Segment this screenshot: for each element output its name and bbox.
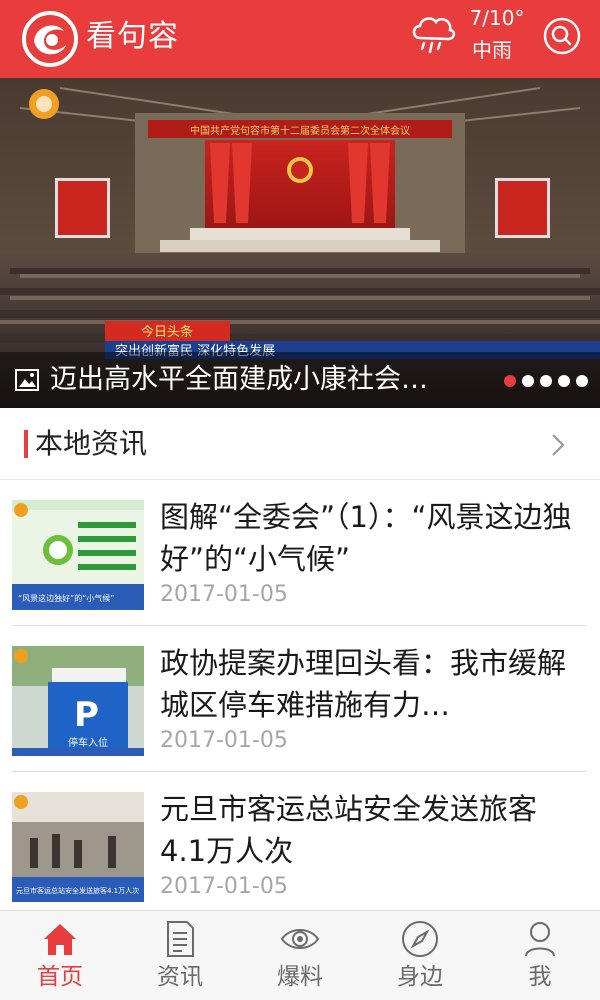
news-thumbnail: “风景这边独好”的“小气候” [12,500,144,610]
news-list-item[interactable]: P 停车入位 政协提案办理回头看：我市缓解城区停车难措施有力… 2017-01-… [0,626,600,772]
compass-icon [402,921,438,957]
section-local-news[interactable]: 本地资讯 [0,408,600,480]
document-icon [167,921,194,957]
news-list-item[interactable]: 元旦市客运总站安全发送旅客4.1万人次 元旦市客运总站安全发送旅客4.1万人次 … [0,772,600,918]
tab-news[interactable]: 资讯 [120,911,240,1000]
tab-label: 我 [528,964,552,990]
thumbnail-caption: “风景这边独好”的“小气候” [18,593,115,603]
news-title[interactable]: 元旦市客运总站安全发送旅客4.1万人次 [160,788,580,872]
section-accent-bar [24,430,28,458]
tab-home[interactable]: 首页 [0,911,120,1000]
bottom-tab-bar: 首页 资讯 爆料 身边 我 [0,910,600,1000]
carousel-dot[interactable] [504,375,516,387]
chevron-right-icon[interactable] [548,432,568,458]
carousel-dot[interactable] [576,375,588,387]
user-icon [525,922,555,957]
tab-label: 身边 [397,964,443,990]
app-title: 看句容 [86,19,179,54]
news-thumbnail: 元旦市客运总站安全发送旅客4.1万人次 [12,792,144,902]
tab-label: 资讯 [157,964,203,990]
thumbnail-caption: 元旦市客运总站安全发送旅客4.1万人次 [16,886,139,895]
carousel-dot[interactable] [522,375,534,387]
carousel-dot[interactable] [540,375,552,387]
thumbnail-caption: 停车入位 [68,736,108,749]
tab-label: 首页 [37,964,83,990]
tab-label: 爆料 [277,964,323,990]
news-list-item[interactable]: “风景这边独好”的“小气候” 图解“全委会”（1）：“风景这边独好”的“小气候”… [0,480,600,626]
news-date: 2017-01-05 [160,874,288,899]
rain-cloud-icon [412,17,456,54]
weather-temperature: 7/10° [469,6,525,30]
top-bar: 看句容 7/10° 中雨 [0,0,600,78]
news-date: 2017-01-05 [160,582,288,607]
headline-caption[interactable]: 迈出高水平全面建成小康社会… [50,360,490,400]
search-icon[interactable] [540,14,584,58]
news-title[interactable]: 政协提案办理回头看：我市缓解城区停车难措施有力… [160,642,580,726]
news-thumbnail: P 停车入位 [12,646,144,756]
eye-icon [280,929,320,949]
carousel-dot[interactable] [558,375,570,387]
tab-me[interactable]: 我 [480,911,600,1000]
news-title[interactable]: 图解“全委会”（1）：“风景这边独好”的“小气候” [160,496,580,580]
svg-text:P: P [74,695,99,735]
section-title: 本地资讯 [35,427,148,460]
image-icon [15,369,39,391]
tab-report[interactable]: 爆料 [240,911,360,1000]
home-icon [44,924,76,955]
weather-condition: 中雨 [472,38,512,62]
carousel-caption: 迈出高水平全面建成小康社会… [0,352,600,408]
headline-carousel[interactable]: 中国共产党句容市第十二届委员会第二次全体会议 今日头条 突出创新富民 深化特色发… [0,78,600,408]
news-date: 2017-01-05 [160,728,288,753]
headline-tag: 今日头条 [141,324,193,340]
stage-banner-text: 中国共产党句容市第十二届委员会第二次全体会议 [190,124,410,137]
tab-nearby[interactable]: 身边 [360,911,480,1000]
carousel-indicator [504,375,588,387]
app-logo [22,11,78,67]
